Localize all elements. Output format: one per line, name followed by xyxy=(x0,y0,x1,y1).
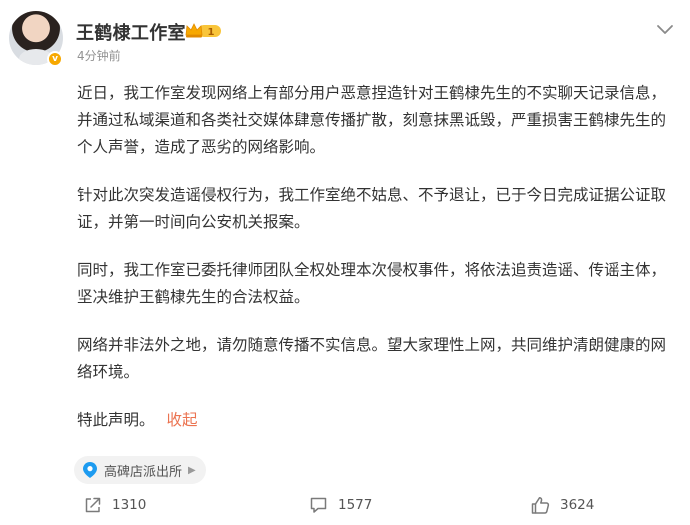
like-count: 3624 xyxy=(560,497,595,513)
post-body: 近日，我工作室发现网络上有部分用户恶意捏造针对王鹤棣先生的不实聊天记录信息，并通… xyxy=(77,80,677,455)
post-closing-line: 特此声明。 收起 xyxy=(77,407,677,434)
chevron-right-icon: ▶ xyxy=(188,464,196,476)
location-tag[interactable]: 高碑店派出所 ▶ xyxy=(74,456,206,484)
post-closing: 特此声明。 xyxy=(77,411,155,429)
like-button[interactable]: 3624 xyxy=(531,494,594,516)
comment-button[interactable]: 1577 xyxy=(309,494,372,516)
comment-icon xyxy=(310,497,327,513)
thumbs-up-icon xyxy=(531,496,550,514)
post-paragraph: 针对此次突发造谣侵权行为，我工作室绝不姑息、不予退让，已于今日完成证据公证取证，… xyxy=(77,186,667,231)
comment-count: 1577 xyxy=(338,497,373,513)
collapse-link[interactable]: 收起 xyxy=(167,411,198,429)
share-button[interactable]: 1310 xyxy=(84,494,146,516)
verified-badge-icon: v xyxy=(47,51,63,67)
vip-level: 1 xyxy=(208,27,215,38)
author-name[interactable]: 王鹤棣工作室 xyxy=(76,19,186,45)
post-paragraph: 同时，我工作室已委托律师团队全权处理本次侵权事件，将依法追责造谣、传谣主体，坚决… xyxy=(77,261,667,306)
post-time: 4分钟前 xyxy=(77,49,121,63)
location-label: 高碑店派出所 xyxy=(104,464,183,480)
post-paragraph: 网络并非法外之地，请勿随意传播不实信息。望大家理性上网，共同维护清朗健康的网络环… xyxy=(77,336,667,381)
location-pin-icon xyxy=(83,462,97,478)
chevron-down-icon[interactable] xyxy=(655,23,675,37)
share-count: 1310 xyxy=(112,497,147,513)
post-paragraph: 近日，我工作室发现网络上有部分用户恶意捏造针对王鹤棣先生的不实聊天记录信息，并通… xyxy=(77,84,667,156)
vip-crown-badge-icon[interactable]: 1 xyxy=(184,22,222,39)
share-icon xyxy=(85,497,101,513)
